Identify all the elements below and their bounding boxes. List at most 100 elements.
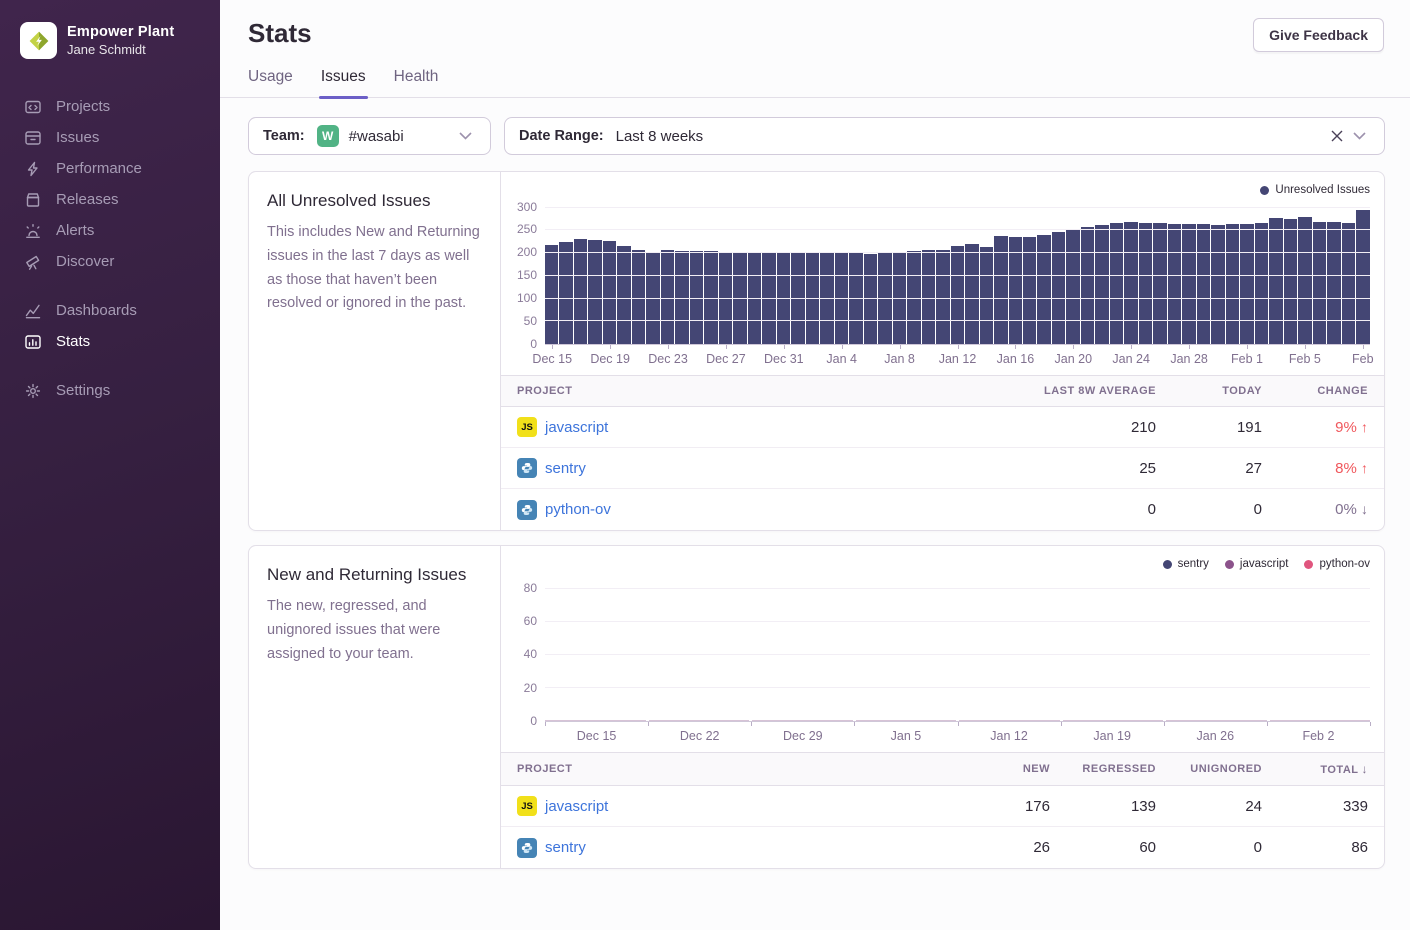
stats-tabbar: Usage Issues Health — [220, 68, 1410, 98]
date-range-select[interactable]: Date Range: Last 8 weeks — [504, 117, 1385, 155]
unresolved-bar[interactable] — [603, 241, 616, 344]
panel-description: The new, regressed, and unignored issues… — [267, 595, 482, 666]
sidebar-item-dashboards[interactable]: Dashboards — [20, 295, 220, 326]
stacked-bar[interactable] — [1063, 720, 1164, 721]
stacked-bar[interactable] — [1166, 720, 1267, 721]
stacked-bar[interactable] — [545, 720, 646, 721]
chevron-down-icon[interactable] — [1348, 125, 1370, 147]
sort-down-icon: ↓ — [1362, 762, 1369, 776]
unresolved-bar[interactable] — [1139, 223, 1152, 344]
stacked-bar[interactable] — [649, 720, 750, 721]
unresolved-bar[interactable] — [1327, 222, 1340, 344]
unresolved-bar[interactable] — [1153, 223, 1166, 344]
unresolved-bar[interactable] — [1124, 222, 1137, 344]
javascript-platform-icon: JS — [517, 796, 537, 816]
y-axis: 050100150200250300 — [507, 203, 545, 345]
change-value: 9% ↑ — [1262, 419, 1368, 436]
date-range-value: Last 8 weeks — [616, 128, 704, 145]
unresolved-bar[interactable] — [545, 245, 558, 344]
change-value: 0% ↓ — [1262, 501, 1368, 518]
sidebar-item-performance[interactable]: Performance — [20, 153, 220, 184]
unresolved-bar[interactable] — [1110, 223, 1123, 344]
table-header: PROJECT LAST 8W AVERAGE TODAY CHANGE — [501, 376, 1384, 407]
unresolved-bar[interactable] — [1168, 224, 1181, 344]
unresolved-bar[interactable] — [559, 242, 572, 344]
stacked-bar[interactable] — [1270, 720, 1371, 721]
segment-javascript — [545, 720, 646, 721]
unresolved-bar[interactable] — [1009, 237, 1022, 344]
sidebar-item-discover[interactable]: Discover — [20, 246, 220, 277]
alerts-icon — [24, 222, 42, 240]
new-returning-issues-chart: sentry javascript python-ov 020406080 Dec … — [501, 546, 1384, 752]
segment-javascript — [959, 720, 1060, 721]
sort-column-total[interactable]: TOTAL↓ — [1262, 762, 1368, 776]
segment-javascript — [1063, 720, 1164, 721]
stacked-bar[interactable] — [856, 720, 957, 721]
unresolved-bar[interactable] — [1052, 232, 1065, 344]
unresolved-bar[interactable] — [1342, 223, 1355, 344]
user-name: Jane Schmidt — [67, 42, 174, 57]
sidebar-item-projects[interactable]: Projects — [20, 91, 220, 122]
table-row: python-ov 0 0 0% ↓ — [501, 489, 1384, 530]
sidebar-item-issues[interactable]: Issues — [20, 122, 220, 153]
x-axis: Dec 15Dec 22Dec 29Jan 5Jan 12Jan 19Jan 2… — [545, 722, 1370, 746]
unresolved-bar[interactable] — [1298, 217, 1311, 344]
empower-plant-logo-icon — [26, 28, 52, 54]
project-link[interactable]: sentry — [545, 460, 586, 477]
unresolved-issues-chart: Unresolved Issues 050100150200250300 Dec… — [501, 172, 1384, 375]
legend-item[interactable]: python-ov — [1304, 557, 1370, 571]
unresolved-bar[interactable] — [1066, 229, 1079, 344]
x-axis: Dec 15Dec 19Dec 23Dec 27Dec 31Jan 4Jan 8… — [545, 345, 1370, 369]
team-avatar: W — [317, 125, 339, 147]
unresolved-bar[interactable] — [1182, 224, 1195, 344]
legend-item[interactable]: javascript — [1225, 557, 1289, 571]
tab-health[interactable]: Health — [394, 68, 439, 97]
main-content: Stats Give Feedback Usage Issues Health … — [220, 0, 1410, 930]
give-feedback-button[interactable]: Give Feedback — [1253, 18, 1384, 52]
unresolved-bar[interactable] — [1226, 224, 1239, 344]
unresolved-bar[interactable] — [1211, 225, 1224, 344]
org-switcher[interactable]: Empower Plant Jane Schmidt — [20, 22, 220, 59]
chevron-down-icon[interactable] — [454, 125, 476, 147]
project-link[interactable]: javascript — [545, 419, 608, 436]
unresolved-bar[interactable] — [588, 240, 601, 344]
table-row: sentry 25 27 8% ↑ — [501, 448, 1384, 489]
stacked-bar[interactable] — [959, 720, 1060, 721]
unresolved-bar[interactable] — [1197, 224, 1210, 344]
sidebar-item-settings[interactable]: Settings — [20, 375, 220, 406]
stacked-bar[interactable] — [752, 720, 853, 721]
org-logo — [20, 22, 57, 59]
unresolved-bar[interactable] — [965, 244, 978, 344]
unresolved-bar[interactable] — [574, 239, 587, 344]
project-link[interactable]: sentry — [545, 839, 586, 856]
sidebar-item-alerts[interactable]: Alerts — [20, 215, 220, 246]
sidebar-item-releases[interactable]: Releases — [20, 184, 220, 215]
javascript-platform-icon: JS — [517, 417, 537, 437]
unresolved-bar[interactable] — [951, 246, 964, 344]
unresolved-bar[interactable] — [1269, 218, 1282, 344]
tab-usage[interactable]: Usage — [248, 68, 293, 97]
clear-date-icon[interactable] — [1326, 125, 1348, 147]
table-row: JS javascript 210 191 9% ↑ — [501, 407, 1384, 448]
unresolved-bar[interactable] — [1255, 223, 1268, 344]
unresolved-bar[interactable] — [980, 247, 993, 344]
y-axis: 020406080 — [507, 577, 545, 722]
up-arrow-icon: ↑ — [1361, 419, 1368, 435]
project-link[interactable]: python-ov — [545, 501, 611, 518]
legend-item[interactable]: sentry — [1163, 557, 1209, 571]
team-select[interactable]: Team: W #wasabi — [248, 117, 491, 155]
sidebar: Empower Plant Jane Schmidt Projects Issu… — [0, 0, 220, 930]
sidebar-item-stats[interactable]: Stats — [20, 326, 220, 357]
project-link[interactable]: javascript — [545, 798, 608, 815]
stats-icon — [24, 333, 42, 351]
unresolved-bar[interactable] — [864, 254, 877, 344]
tab-issues[interactable]: Issues — [321, 68, 366, 97]
unresolved-bar[interactable] — [617, 246, 630, 344]
legend-item[interactable]: Unresolved Issues — [1260, 183, 1370, 197]
python-platform-icon — [517, 458, 537, 478]
unresolved-bar[interactable] — [1313, 222, 1326, 344]
unresolved-bar[interactable] — [1095, 225, 1108, 344]
unresolved-bar[interactable] — [1081, 227, 1094, 344]
unresolved-bar[interactable] — [1284, 219, 1297, 344]
unresolved-bar[interactable] — [1240, 224, 1253, 344]
